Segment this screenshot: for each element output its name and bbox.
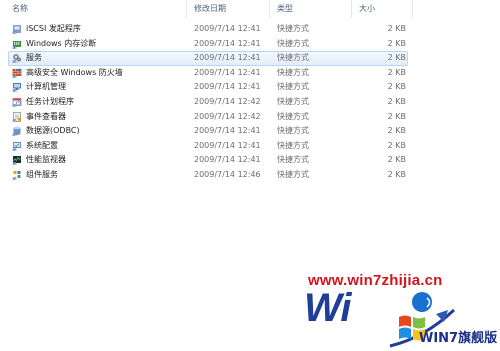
file-name: 系统配置 <box>26 140 58 150</box>
file-date: 2009/7/14 12:41 <box>194 24 261 33</box>
file-date: 2009/7/14 12:42 <box>194 96 261 106</box>
file-list: iSCSI 发起程序 2009/7/14 12:41 快捷方式 2 KB Win… <box>0 22 500 183</box>
file-type: 快捷方式 <box>277 140 309 150</box>
services-icon <box>12 54 21 64</box>
file-size: 2 KB <box>387 82 406 92</box>
file-date: 2009/7/14 12:46 <box>194 169 261 179</box>
file-name: 计算机管理 <box>26 82 66 92</box>
file-size: 2 KB <box>387 96 406 106</box>
watermark: www.win7zhijia.cn Wi WIN7旗舰版 <box>300 272 500 351</box>
file-row[interactable]: 组件服务 2009/7/14 12:46 快捷方式 2 KB <box>0 168 500 183</box>
file-size: 2 KB <box>387 53 406 63</box>
file-date: 2009/7/14 12:41 <box>194 53 261 63</box>
file-type: 快捷方式 <box>277 155 309 165</box>
file-type: 快捷方式 <box>277 82 309 92</box>
column-header-name[interactable]: 名称 <box>12 2 28 16</box>
file-date: 2009/7/14 12:41 <box>194 126 261 136</box>
column-header: 名称 修改日期 类型 大小 <box>0 0 500 18</box>
file-row[interactable]: 数据源(ODBC) 2009/7/14 12:41 快捷方式 2 KB <box>0 124 500 139</box>
file-type: 快捷方式 <box>277 96 309 106</box>
file-row[interactable]: 性能监视器 2009/7/14 12:41 快捷方式 2 KB <box>0 153 500 168</box>
file-type: 快捷方式 <box>277 111 309 121</box>
iscsi-icon <box>12 25 21 34</box>
file-size: 2 KB <box>387 24 406 33</box>
file-row-selected[interactable]: 服务 2009/7/14 12:41 快捷方式 2 KB <box>8 51 408 66</box>
file-type: 快捷方式 <box>277 24 309 33</box>
column-divider[interactable] <box>269 0 270 18</box>
file-name: Windows 内存诊断 <box>26 38 97 48</box>
file-row[interactable]: 任务计划程序 2009/7/14 12:42 快捷方式 2 KB <box>0 95 500 110</box>
performance-monitor-icon <box>12 156 21 166</box>
watermark-logo-text: WIN7旗舰版 <box>419 331 498 346</box>
task-scheduler-icon <box>12 98 22 107</box>
file-row[interactable]: iSCSI 发起程序 2009/7/14 12:41 快捷方式 2 KB <box>0 22 500 37</box>
file-type: 快捷方式 <box>277 67 309 77</box>
file-date: 2009/7/14 12:41 <box>194 155 261 165</box>
column-divider[interactable] <box>351 0 352 18</box>
column-header-type[interactable]: 类型 <box>277 2 293 16</box>
odbc-icon <box>12 126 21 137</box>
file-name: 组件服务 <box>26 169 58 179</box>
file-date: 2009/7/14 12:41 <box>194 140 261 150</box>
system-config-icon <box>12 141 21 151</box>
column-divider[interactable] <box>186 0 187 18</box>
file-size: 2 KB <box>387 155 406 165</box>
component-services-icon <box>12 170 21 180</box>
file-size: 2 KB <box>387 126 406 136</box>
column-header-size[interactable]: 大小 <box>359 2 375 16</box>
file-name: 服务 <box>26 53 42 63</box>
file-date: 2009/7/14 12:41 <box>194 67 261 77</box>
file-type: 快捷方式 <box>277 38 309 48</box>
file-size: 2 KB <box>387 169 406 179</box>
file-date: 2009/7/14 12:42 <box>194 111 261 121</box>
column-divider[interactable] <box>412 0 413 18</box>
file-row[interactable]: 高级安全 Windows 防火墙 2009/7/14 12:41 快捷方式 2 … <box>0 66 500 81</box>
file-row[interactable]: 事件查看器 2009/7/14 12:42 快捷方式 2 KB <box>0 110 500 125</box>
file-size: 2 KB <box>387 67 406 77</box>
file-name: 任务计划程序 <box>26 96 74 106</box>
file-type: 快捷方式 <box>277 169 309 179</box>
computer-management-icon <box>12 83 21 93</box>
file-date: 2009/7/14 12:41 <box>194 38 261 48</box>
file-type: 快捷方式 <box>277 53 309 63</box>
file-row[interactable]: Windows 内存诊断 2009/7/14 12:41 快捷方式 2 KB <box>0 37 500 52</box>
column-header-date[interactable]: 修改日期 <box>194 2 226 16</box>
file-name: 高级安全 Windows 防火墙 <box>26 67 123 77</box>
file-name: 数据源(ODBC) <box>26 126 80 136</box>
file-type: 快捷方式 <box>277 126 309 136</box>
watermark-big-text: Wi <box>304 286 352 330</box>
event-viewer-icon <box>12 111 21 122</box>
file-date: 2009/7/14 12:41 <box>194 82 261 92</box>
memory-diagnostic-icon <box>12 40 21 49</box>
file-name: 事件查看器 <box>26 111 66 121</box>
file-size: 2 KB <box>387 111 406 121</box>
firewall-icon <box>12 68 22 78</box>
file-row[interactable]: 系统配置 2009/7/14 12:41 快捷方式 2 KB <box>0 139 500 154</box>
file-row[interactable]: 计算机管理 2009/7/14 12:41 快捷方式 2 KB <box>0 80 500 95</box>
file-name: iSCSI 发起程序 <box>26 24 81 33</box>
file-size: 2 KB <box>387 38 406 48</box>
file-size: 2 KB <box>387 140 406 150</box>
file-name: 性能监视器 <box>26 155 66 165</box>
